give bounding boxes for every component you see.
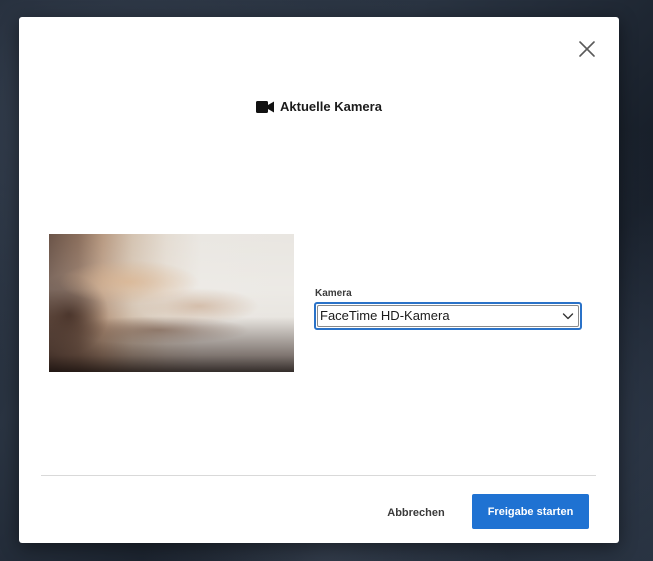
dialog-title: Aktuelle Kamera bbox=[280, 99, 382, 114]
cancel-button[interactable]: Abbrechen bbox=[374, 502, 458, 524]
camera-select[interactable]: FaceTime HD-Kamera bbox=[314, 302, 582, 330]
camera-preview-shade bbox=[49, 234, 294, 372]
close-icon bbox=[579, 41, 595, 57]
close-button[interactable] bbox=[577, 39, 597, 59]
camera-preview bbox=[49, 234, 294, 372]
video-camera-icon bbox=[256, 100, 275, 114]
camera-select-value: FaceTime HD-Kamera bbox=[320, 308, 450, 323]
footer-divider bbox=[41, 475, 596, 476]
camera-select-label: Kamera bbox=[315, 288, 352, 299]
start-sharing-button[interactable]: Freigabe starten bbox=[472, 494, 589, 529]
dialog-header: Aktuelle Kamera bbox=[19, 99, 619, 114]
chevron-down-icon bbox=[562, 313, 574, 320]
camera-share-dialog: Aktuelle Kamera Kamera FaceTime HD-Kamer… bbox=[19, 17, 619, 543]
